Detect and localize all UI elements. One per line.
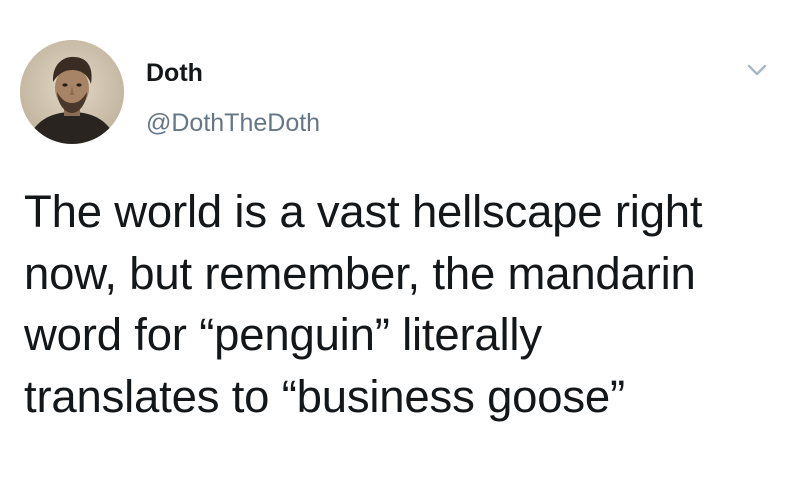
tweet-text-line: word for “penguin” literally — [24, 309, 542, 360]
tweet-text: The world is a vast hellscape right now,… — [24, 181, 784, 427]
tweet-card: Doth @DothTheDoth The world is a vast he… — [0, 0, 800, 504]
author-handle[interactable]: @DothTheDoth — [146, 108, 320, 138]
tweet-text-line: translates to “business goose” — [24, 370, 625, 422]
tweet-text-line: The world is a vast hellscape right — [24, 186, 703, 237]
avatar-portrait-icon — [20, 40, 124, 144]
tweet-text-line: now, but remember, the mandarin — [24, 247, 696, 299]
chevron-down-icon[interactable] — [746, 62, 768, 78]
author-name[interactable]: Doth — [146, 58, 203, 88]
avatar[interactable] — [20, 40, 124, 144]
